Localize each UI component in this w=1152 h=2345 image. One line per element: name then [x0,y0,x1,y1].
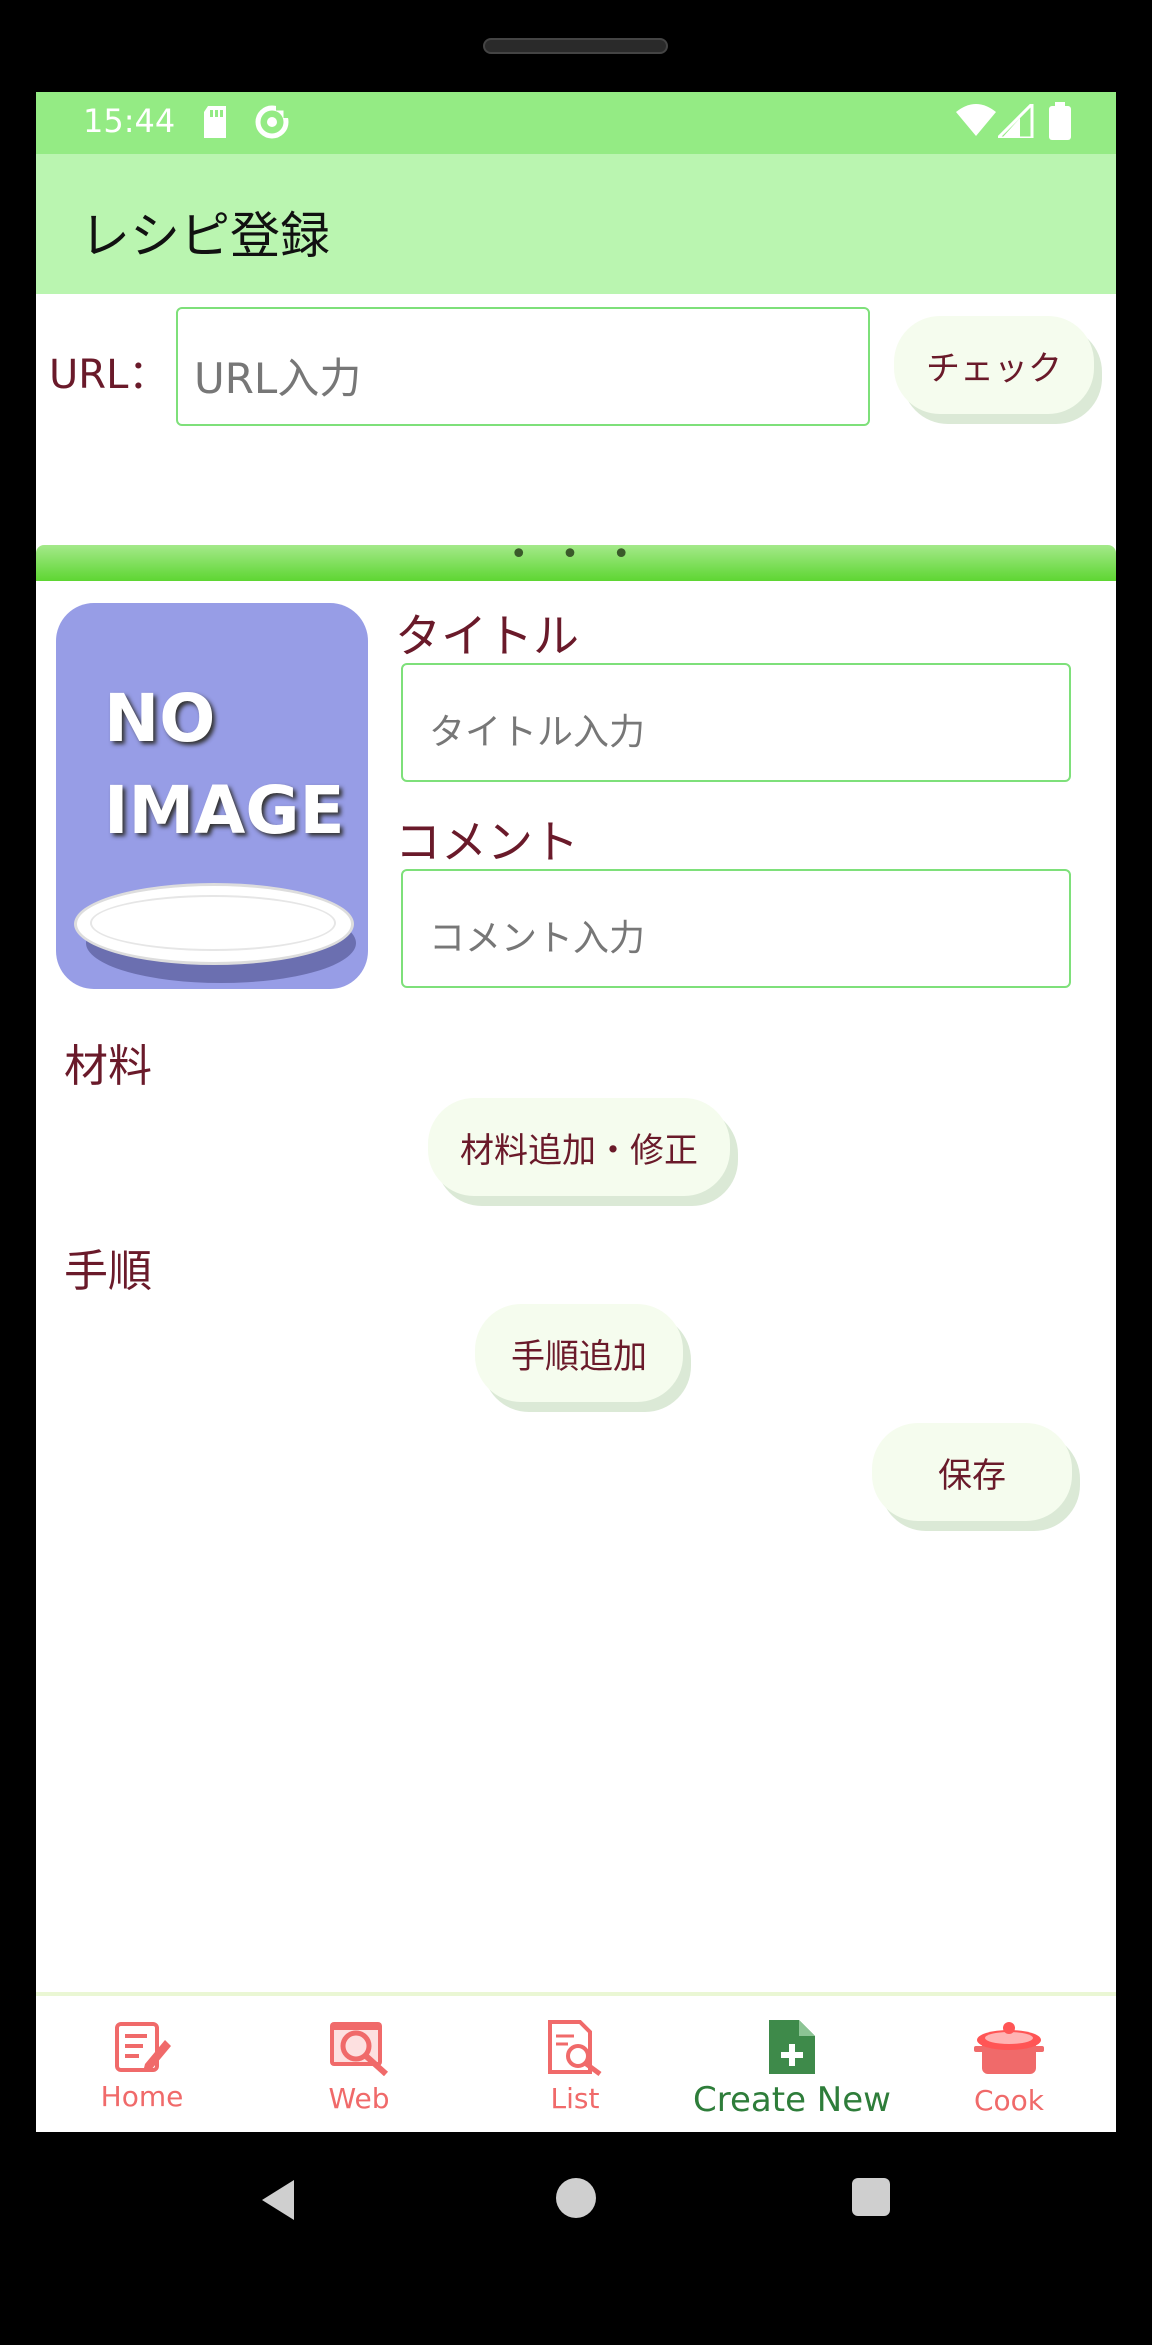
nav-list-label: List [550,2082,600,2115]
save-button[interactable]: 保存 [872,1423,1072,1521]
nav-create-new-label: Create New [693,2080,891,2120]
bottom-navigation: Home Web List Create New Cook [36,1992,1116,2132]
no-image-line1: NO [104,680,216,757]
nav-web-label: Web [328,2082,390,2115]
sd-card-icon [204,106,226,138]
status-time: 15:44 [83,102,176,140]
sync-icon [255,105,289,139]
nav-web[interactable]: Web [259,2020,459,2115]
recipe-image[interactable]: NO IMAGE [56,603,368,989]
check-button[interactable]: チェック [894,316,1094,414]
earpiece-speaker [483,38,668,54]
page-title: レシピ登録 [80,207,330,265]
nav-home-label: Home [100,2080,184,2113]
title-input[interactable]: タイトル入力 [401,663,1071,782]
recent-apps-icon[interactable] [852,2178,890,2216]
comment-input[interactable]: コメント入力 [401,869,1071,988]
no-image-text: NO IMAGE [104,673,345,857]
nav-home[interactable]: Home [42,2020,242,2113]
add-ingredients-button[interactable]: 材料追加・修正 [428,1098,730,1196]
cooking-pot-icon [974,2022,1044,2074]
url-input[interactable]: URL入力 [176,307,870,426]
drag-handle-dots: • • • [509,537,643,572]
battery-icon [1049,102,1071,140]
drag-handle[interactable]: • • • [36,537,1116,581]
signal-icon [998,104,1034,138]
wifi-icon [956,104,996,136]
system-navigation-bar [0,2132,1152,2282]
document-search-icon [548,2020,602,2077]
comment-label: コメント [395,815,579,869]
add-step-button[interactable]: 手順追加 [475,1304,683,1402]
file-plus-icon [769,2020,815,2074]
nav-list[interactable]: List [475,2020,675,2115]
plate-rim [90,895,336,951]
web-search-icon [330,2022,389,2077]
app-bar: レシピ登録 [36,154,1116,294]
screen: 15:44 レシピ登録 URL： URL入力 チェック • • • NO IMA… [36,92,1116,2132]
back-icon[interactable] [258,2178,298,2222]
title-label: タイトル [395,609,579,663]
nav-cook-label: Cook [973,2084,1045,2117]
nav-cook[interactable]: Cook [909,2020,1109,2117]
url-label: URL： [49,352,169,398]
ingredients-label: 材料 [64,1041,152,1092]
phone-frame: 15:44 レシピ登録 URL： URL入力 チェック • • • NO IMA… [0,0,1152,2345]
no-image-line2: IMAGE [104,772,345,849]
steps-label: 手順 [64,1246,152,1297]
home-circle-icon[interactable] [556,2178,596,2218]
notepad-edit-icon [115,2022,171,2072]
status-bar: 15:44 [36,92,1116,154]
nav-create-new[interactable]: Create New [692,2020,892,2120]
